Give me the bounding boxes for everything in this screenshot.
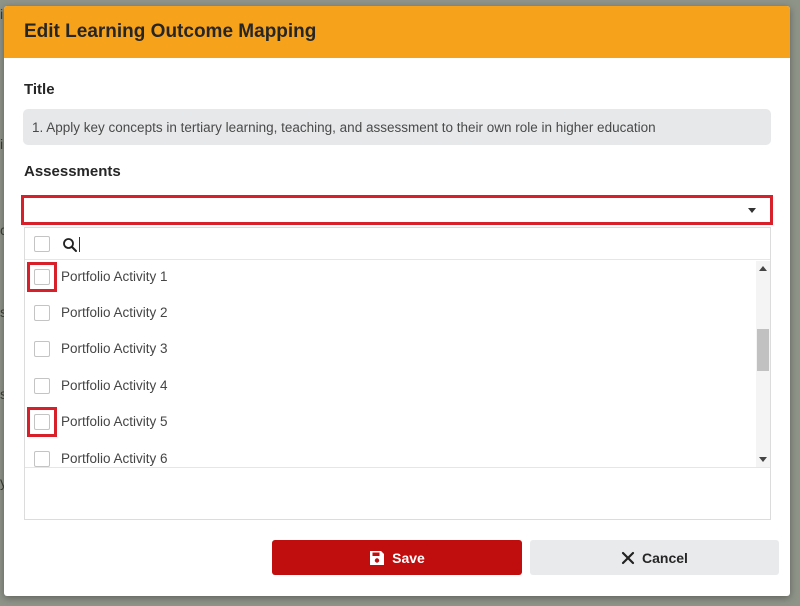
floppy-disk-icon — [370, 550, 385, 565]
close-icon — [621, 551, 635, 564]
save-button-label: Save — [392, 549, 425, 566]
option-label: Portfolio Activity 3 — [61, 341, 168, 356]
option-label: Portfolio Activity 1 — [61, 269, 168, 284]
assessments-label: Assessments — [24, 163, 121, 180]
scroll-up-icon[interactable] — [759, 266, 767, 271]
cancel-button-label: Cancel — [642, 549, 688, 566]
dialog-title: Edit Learning Outcome Mapping — [24, 21, 317, 42]
divider — [25, 467, 770, 468]
option-checkbox[interactable] — [34, 341, 50, 357]
search-icon — [63, 238, 77, 252]
dialog-header: Edit Learning Outcome Mapping — [4, 6, 790, 58]
list-item[interactable]: Portfolio Activity 5 — [25, 406, 756, 442]
scrollbar-thumb[interactable] — [757, 329, 769, 371]
option-label: Portfolio Activity 5 — [61, 414, 168, 429]
highlight-annotation — [27, 262, 57, 292]
list-item[interactable]: Portfolio Activity 6 — [25, 443, 756, 467]
list-item[interactable]: Portfolio Activity 2 — [25, 297, 756, 333]
assessments-select[interactable] — [21, 195, 773, 225]
list-item[interactable]: Portfolio Activity 3 — [25, 333, 756, 369]
background-text: i — [0, 6, 4, 22]
background-text: i — [0, 136, 4, 152]
title-field: 1. Apply key concepts in tertiary learni… — [23, 109, 771, 145]
option-label: Portfolio Activity 4 — [61, 378, 168, 393]
chevron-down-icon[interactable] — [748, 208, 756, 213]
edit-mapping-dialog: Edit Learning Outcome Mapping Title 1. A… — [4, 6, 790, 596]
assessments-option-list: Portfolio Activity 1 Portfolio Activity … — [25, 261, 756, 467]
search-input[interactable] — [79, 237, 80, 252]
select-all-checkbox[interactable] — [34, 236, 50, 252]
scroll-down-icon[interactable] — [759, 457, 767, 462]
list-item[interactable]: Portfolio Activity 4 — [25, 370, 756, 406]
list-item[interactable]: Portfolio Activity 1 — [25, 261, 756, 297]
assessments-dropdown: Portfolio Activity 1 Portfolio Activity … — [24, 227, 771, 520]
option-checkbox[interactable] — [34, 378, 50, 394]
highlight-annotation — [27, 407, 57, 437]
option-label: Portfolio Activity 6 — [61, 451, 168, 466]
cancel-button[interactable]: Cancel — [530, 540, 779, 575]
save-button[interactable]: Save — [272, 540, 522, 575]
title-label: Title — [24, 81, 55, 98]
dropdown-search-row — [25, 228, 770, 260]
option-checkbox[interactable] — [34, 305, 50, 321]
option-label: Portfolio Activity 2 — [61, 305, 168, 320]
option-checkbox[interactable] — [34, 451, 50, 467]
dropdown-scrollbar[interactable] — [756, 261, 770, 467]
